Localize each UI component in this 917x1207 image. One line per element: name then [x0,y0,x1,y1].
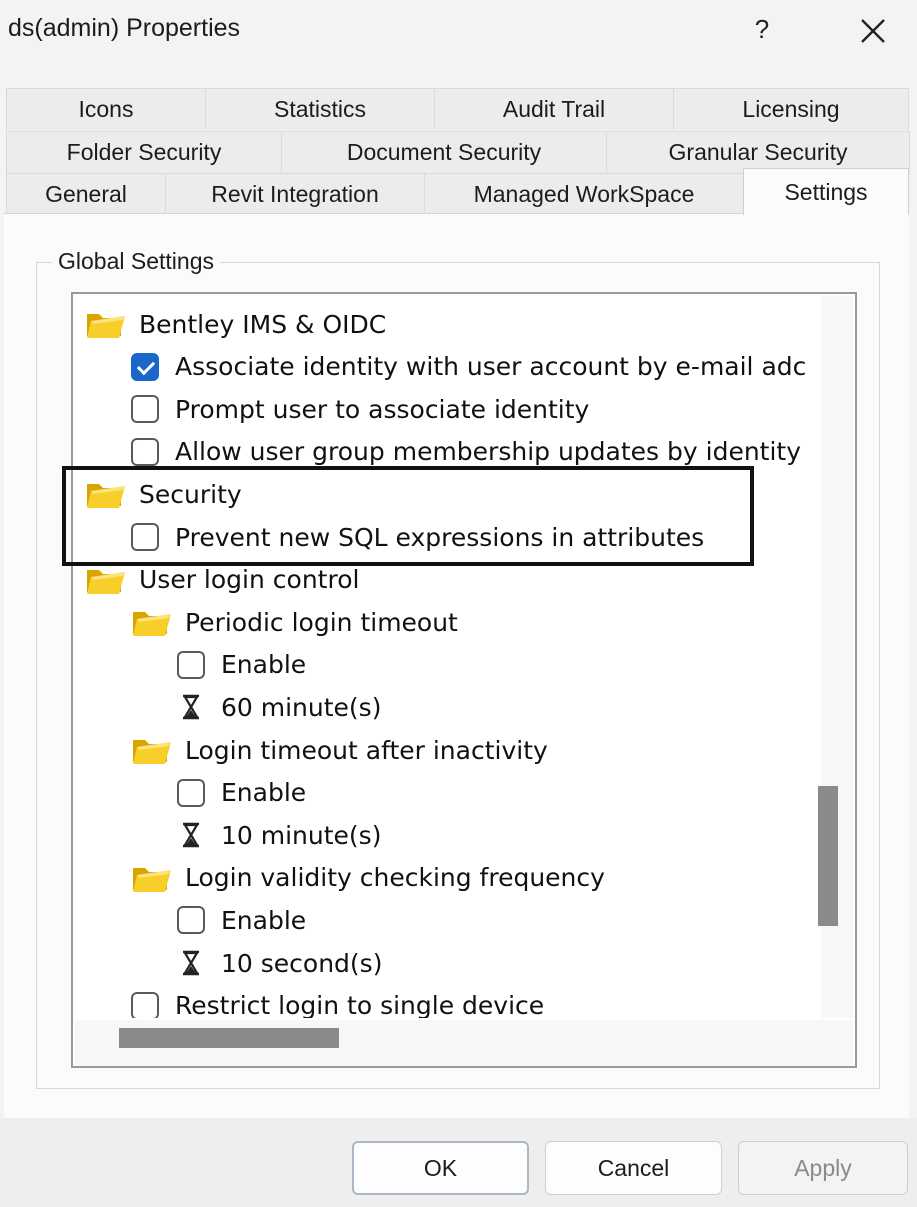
tab-revit-integration[interactable]: Revit Integration [165,173,425,215]
tree-item-label: Enable [221,650,307,680]
checkbox-checked[interactable] [131,352,159,381]
checkbox[interactable] [177,906,205,935]
folder-icon [131,734,171,766]
tree-item-label: Allow user group membership updates by i… [175,437,802,467]
tree-item-label: 10 second(s) [221,948,383,978]
window-title: ds(admin) Properties [8,14,241,42]
tree-item-label: Prompt user to associate identity [175,394,590,424]
tree-content: Bentley IMS & OIDC Associate identity wit… [75,296,819,1018]
hourglass-icon [177,693,205,721]
tab-row-2: Folder Security Document Security Granul… [6,131,910,173]
tab-general[interactable]: General [6,173,166,215]
tree-option-restrict-login-to-single-device[interactable]: Restrict login to single device [131,986,544,1018]
tab-statistics[interactable]: Statistics [205,88,435,130]
tree-item-label: Enable [221,778,307,808]
tab-row-1: Icons Statistics Audit Trail Licensing [6,88,909,130]
folder-icon [131,606,171,638]
tree-item-label: Associate identity with user account by … [175,352,807,382]
tree-item-label: 10 minute(s) [221,820,382,850]
tree-folder-periodic-login-timeout[interactable]: Periodic login timeout [131,602,458,642]
checkbox[interactable] [131,395,159,424]
tree-folder-login-validity-checking-frequency[interactable]: Login validity checking frequency [131,858,605,898]
cancel-button[interactable]: Cancel [545,1141,722,1195]
tree-option-enable[interactable]: Enable [177,645,306,685]
tab-document-security[interactable]: Document Security [281,131,607,173]
tree-value[interactable]: 10 second(s) [177,943,382,983]
settings-tree[interactable]: Bentley IMS & OIDC Associate identity wit… [71,292,857,1068]
tab-managed-workspace[interactable]: Managed WorkSpace [424,173,744,215]
tab-icons[interactable]: Icons [6,88,206,130]
help-button[interactable]: ? [744,10,780,50]
tab-audit-trail[interactable]: Audit Trail [434,88,674,130]
checkbox[interactable] [177,778,205,807]
tab-folder-security[interactable]: Folder Security [6,131,282,173]
tree-option-prompt-user-to-associate-identity[interactable]: Prompt user to associate identity [131,389,589,429]
tab-row-3: General Revit Integration Managed WorkSp… [6,168,909,215]
tree-item-label: Enable [221,905,307,935]
checkbox[interactable] [131,437,159,466]
tree-item-label: Periodic login timeout [185,607,458,637]
tree-folder-bentley-ims-oidc[interactable]: Bentley IMS & OIDC [85,304,386,344]
title-bar: ds(admin) Properties ? [0,0,917,62]
folder-icon [85,564,125,596]
close-button[interactable] [852,8,896,52]
group-label: Global Settings [52,248,220,275]
tree-item-label: 60 minute(s) [221,692,382,722]
highlight-box [62,466,754,566]
tree-value[interactable]: 60 minute(s) [177,687,381,727]
horizontal-scroll-thumb[interactable] [119,1028,339,1048]
checkbox[interactable] [131,991,159,1018]
ok-button[interactable]: OK [352,1141,529,1195]
tab-granular-security[interactable]: Granular Security [606,131,910,173]
apply-button[interactable]: Apply [738,1141,908,1195]
tree-option-enable[interactable]: Enable [177,773,306,813]
hourglass-icon [177,821,205,849]
tree-item-label: Login timeout after inactivity [185,735,548,765]
tree-option-associate-identity-with-user-account-by-e-mail-adc[interactable]: Associate identity with user account by … [131,347,806,387]
tree-item-label: Bentley IMS & OIDC [139,309,387,339]
folder-icon [85,308,125,340]
vertical-scroll-thumb[interactable] [818,786,838,926]
tree-value[interactable]: 10 minute(s) [177,815,381,855]
checkbox[interactable] [177,650,205,679]
tree-item-label: User login control [139,565,360,595]
tab-settings[interactable]: Settings [743,168,909,215]
tree-option-enable[interactable]: Enable [177,900,306,940]
tree-item-label: Restrict login to single device [175,991,545,1018]
hourglass-icon [177,949,205,977]
close-icon [861,19,885,43]
folder-icon [131,862,171,894]
tree-folder-login-timeout-after-inactivity[interactable]: Login timeout after inactivity [131,730,548,770]
tree-item-label: Login validity checking frequency [185,863,605,893]
tab-licensing[interactable]: Licensing [673,88,909,130]
